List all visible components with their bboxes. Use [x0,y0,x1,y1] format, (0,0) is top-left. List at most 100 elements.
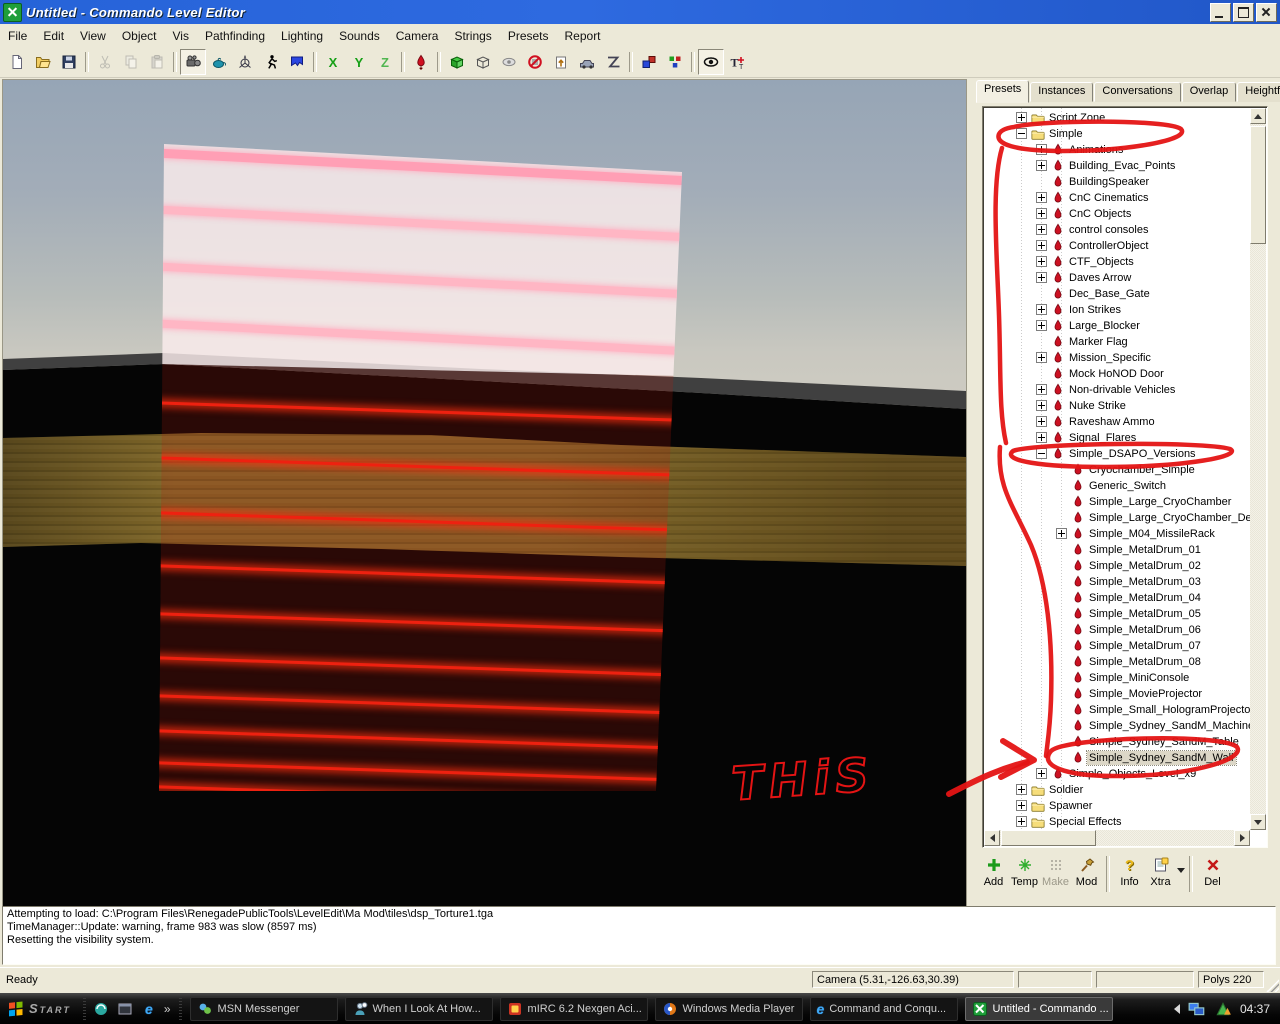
maximize-button[interactable] [1233,3,1254,22]
vehicle-icon[interactable] [574,49,600,75]
expand-icon[interactable] [1036,256,1047,267]
axis-z-icon[interactable]: Z [372,49,398,75]
sandm-wall-object[interactable] [159,144,682,791]
flag-icon[interactable] [284,49,310,75]
resize-grip[interactable] [1266,979,1279,992]
menu-view[interactable]: View [72,26,114,46]
tree-item-non-drivable-vehicles[interactable]: Non-drivable Vehicles [984,382,1250,398]
save-icon[interactable] [56,49,82,75]
tree-item-soldier[interactable]: Soldier [984,782,1250,798]
tree-item-label[interactable]: Mock HoNOD Door [1067,367,1166,381]
tree-item-label[interactable]: Simple_MetalDrum_06 [1087,623,1203,637]
tree-item-simple-large-cryochamber-destr[interactable]: Simple_Large_CryoChamber_Destr [984,510,1250,526]
tree-item-control-consoles[interactable]: control consoles [984,222,1250,238]
tree-item-label[interactable]: Simple_MovieProjector [1087,687,1204,701]
eye-dim-icon[interactable] [496,49,522,75]
tree-item-label[interactable]: Building_Evac_Points [1067,159,1177,173]
expand-icon[interactable] [1036,208,1047,219]
expand-icon[interactable] [1036,192,1047,203]
expand-icon[interactable] [1016,800,1027,811]
tree-item-label[interactable]: Simple_Sydney_SandM_Machine [1087,719,1250,733]
scroll-down-button[interactable] [1250,814,1266,830]
expand-icon[interactable] [1036,432,1047,443]
tree-item-label[interactable]: Simple_MetalDrum_05 [1087,607,1203,621]
tree-item-label[interactable]: Simple_M04_MissileRack [1087,527,1217,541]
tree-item-simple-metaldrum-02[interactable]: Simple_MetalDrum_02 [984,558,1250,574]
chevron-icon[interactable]: » [164,1002,171,1016]
tree-item-label[interactable]: Spawner [1047,799,1094,813]
tree-item-label[interactable]: Nuke Strike [1067,399,1128,413]
dots-group-icon[interactable] [662,49,688,75]
tree-item-label[interactable]: Generic_Switch [1087,479,1168,493]
tree-item-special-effects[interactable]: Special Effects [984,814,1250,830]
tree-item-spawner[interactable]: Spawner [984,798,1250,814]
tree-item-label[interactable]: Special Effects [1047,815,1124,829]
tree-item-label[interactable]: Daves Arrow [1067,271,1133,285]
tree-item-simple-small-hologramprojector[interactable]: Simple_Small_HologramProjector [984,702,1250,718]
tree-item-buildingspeaker[interactable]: BuildingSpeaker [984,174,1250,190]
menu-presets[interactable]: Presets [500,26,557,46]
tree-item-daves-arrow[interactable]: Daves Arrow [984,270,1250,286]
tree-item-simple-objects-level-x9[interactable]: Simple_Objects_Level_x9 [984,766,1250,782]
tree-item-label[interactable]: Script Zone [1047,111,1107,125]
tree-item-simple-metaldrum-01[interactable]: Simple_MetalDrum_01 [984,542,1250,558]
dropdown-caret-icon[interactable] [1177,868,1185,877]
menu-lighting[interactable]: Lighting [273,26,331,46]
expand-icon[interactable] [1036,304,1047,315]
close-button[interactable] [1256,3,1277,22]
tree-item-simple-metaldrum-03[interactable]: Simple_MetalDrum_03 [984,574,1250,590]
menu-report[interactable]: Report [557,26,609,46]
expand-icon[interactable] [1036,768,1047,779]
tree-item-label[interactable]: Simple_MetalDrum_03 [1087,575,1203,589]
tree-item-cnc-objects[interactable]: CnC Objects [984,206,1250,222]
new-document-icon[interactable] [4,49,30,75]
expand-icon[interactable] [1036,384,1047,395]
cubes-group-icon[interactable] [636,49,662,75]
forbid-icon[interactable] [522,49,548,75]
tab-presets[interactable]: Presets [976,80,1029,103]
tree-item-label[interactable]: Simple_Objects_Level_x9 [1067,767,1198,781]
menu-pathfinding[interactable]: Pathfinding [197,26,273,46]
tree-item-simple-sydney-sandm-table[interactable]: Simple_Sydney_SandM_Table [984,734,1250,750]
tree-item-label[interactable]: Simple_MetalDrum_08 [1087,655,1203,669]
tree-item-label[interactable]: control consoles [1067,223,1151,237]
tree-item-label[interactable]: Non-drivable Vehicles [1067,383,1177,397]
taskbar-button-windows-media-player[interactable]: Windows Media Player [655,997,803,1021]
eye-icon[interactable] [698,49,724,75]
tree-item-dec-base-gate[interactable]: Dec_Base_Gate [984,286,1250,302]
tree-item-label[interactable]: Simple_Sydney_SandM_Table [1087,735,1241,749]
scroll-left-button[interactable] [984,830,1000,846]
tree-item-label[interactable]: Raveshaw Ammo [1067,415,1157,429]
tree-item-label[interactable]: ControllerObject [1067,239,1150,253]
page-raise-icon[interactable] [548,49,574,75]
expand-icon[interactable] [1016,784,1027,795]
collapse-icon[interactable] [1036,448,1047,459]
tab-heightfield[interactable]: Heightfield [1237,82,1280,102]
expand-icon[interactable] [1036,352,1047,363]
tree-item-simple-metaldrum-07[interactable]: Simple_MetalDrum_07 [984,638,1250,654]
tree-item-label[interactable]: Large_Blocker [1067,319,1142,333]
tree-item-label[interactable]: Marker Flag [1067,335,1130,349]
tree-item-generic-switch[interactable]: Generic_Switch [984,478,1250,494]
tree-item-label[interactable]: Dec_Base_Gate [1067,287,1152,301]
tree-item-label[interactable]: Ion Strikes [1067,303,1123,317]
tree-item-label[interactable]: Cryochamber_Simple [1087,463,1197,477]
expand-icon[interactable] [1016,112,1027,123]
tree-item-simple-large-cryochamber[interactable]: Simple_Large_CryoChamber [984,494,1250,510]
tree-item-simple-movieprojector[interactable]: Simple_MovieProjector [984,686,1250,702]
menu-strings[interactable]: Strings [446,26,499,46]
h-scroll-thumb[interactable] [1001,830,1096,846]
info-button[interactable]: ?Info [1114,854,1145,898]
vertex-drop-icon[interactable] [408,49,434,75]
expand-icon[interactable] [1036,160,1047,171]
tree-item-label[interactable]: BuildingSpeaker [1067,175,1151,189]
temp-button[interactable]: Temp [1009,854,1040,898]
axis-y-icon[interactable]: Y [346,49,372,75]
tab-instances[interactable]: Instances [1030,82,1093,102]
taskbar-button-command-and-conqu[interactable]: eCommand and Conqu... [810,997,958,1021]
tree-item-label[interactable]: Simple_Large_CryoChamber_Destr [1087,511,1250,525]
taskbar-button-mirc-6-2-nexgen-aci[interactable]: mIRC 6.2 Nexgen Aci... [500,997,648,1021]
menu-sounds[interactable]: Sounds [331,26,388,46]
tree-item-large-blocker[interactable]: Large_Blocker [984,318,1250,334]
xtra-button[interactable]: Xtra [1145,854,1176,898]
